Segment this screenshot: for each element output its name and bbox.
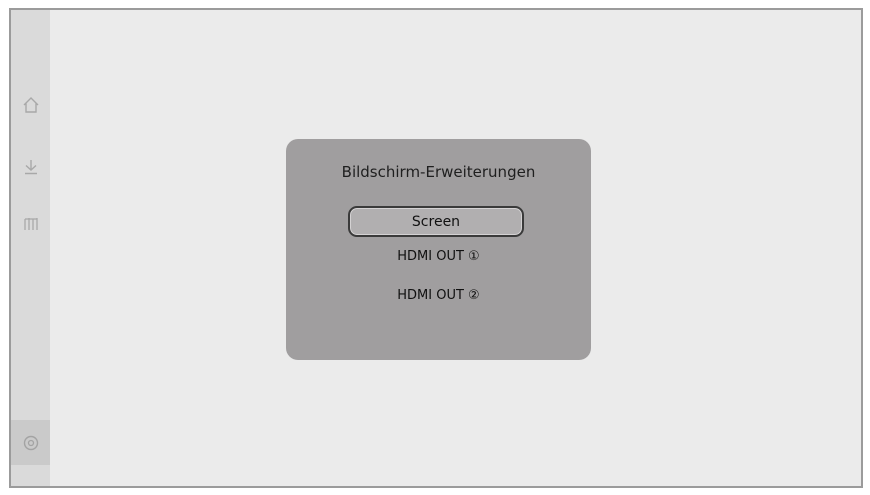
option-hdmi-out-1[interactable]: HDMI OUT ① xyxy=(286,249,591,264)
display-extension-dialog: Bildschirm-Erweiterungen Screen HDMI OUT… xyxy=(286,139,591,360)
sidebar-home-button[interactable] xyxy=(11,89,50,121)
apps-icon xyxy=(23,218,38,230)
dialog-title: Bildschirm-Erweiterungen xyxy=(341,163,536,181)
sidebar-apps-button[interactable] xyxy=(11,208,50,240)
option-hdmi-out-2[interactable]: HDMI OUT ② xyxy=(286,288,591,303)
tv-screen: Bildschirm-Erweiterungen Screen HDMI OUT… xyxy=(9,8,863,488)
settings-icon xyxy=(23,435,38,450)
sidebar-settings-button[interactable] xyxy=(11,420,50,465)
sidebar xyxy=(11,10,50,486)
home-icon xyxy=(23,97,38,113)
option-screen[interactable]: Screen xyxy=(348,206,524,237)
download-icon xyxy=(24,160,37,175)
sidebar-download-button[interactable] xyxy=(11,151,50,183)
